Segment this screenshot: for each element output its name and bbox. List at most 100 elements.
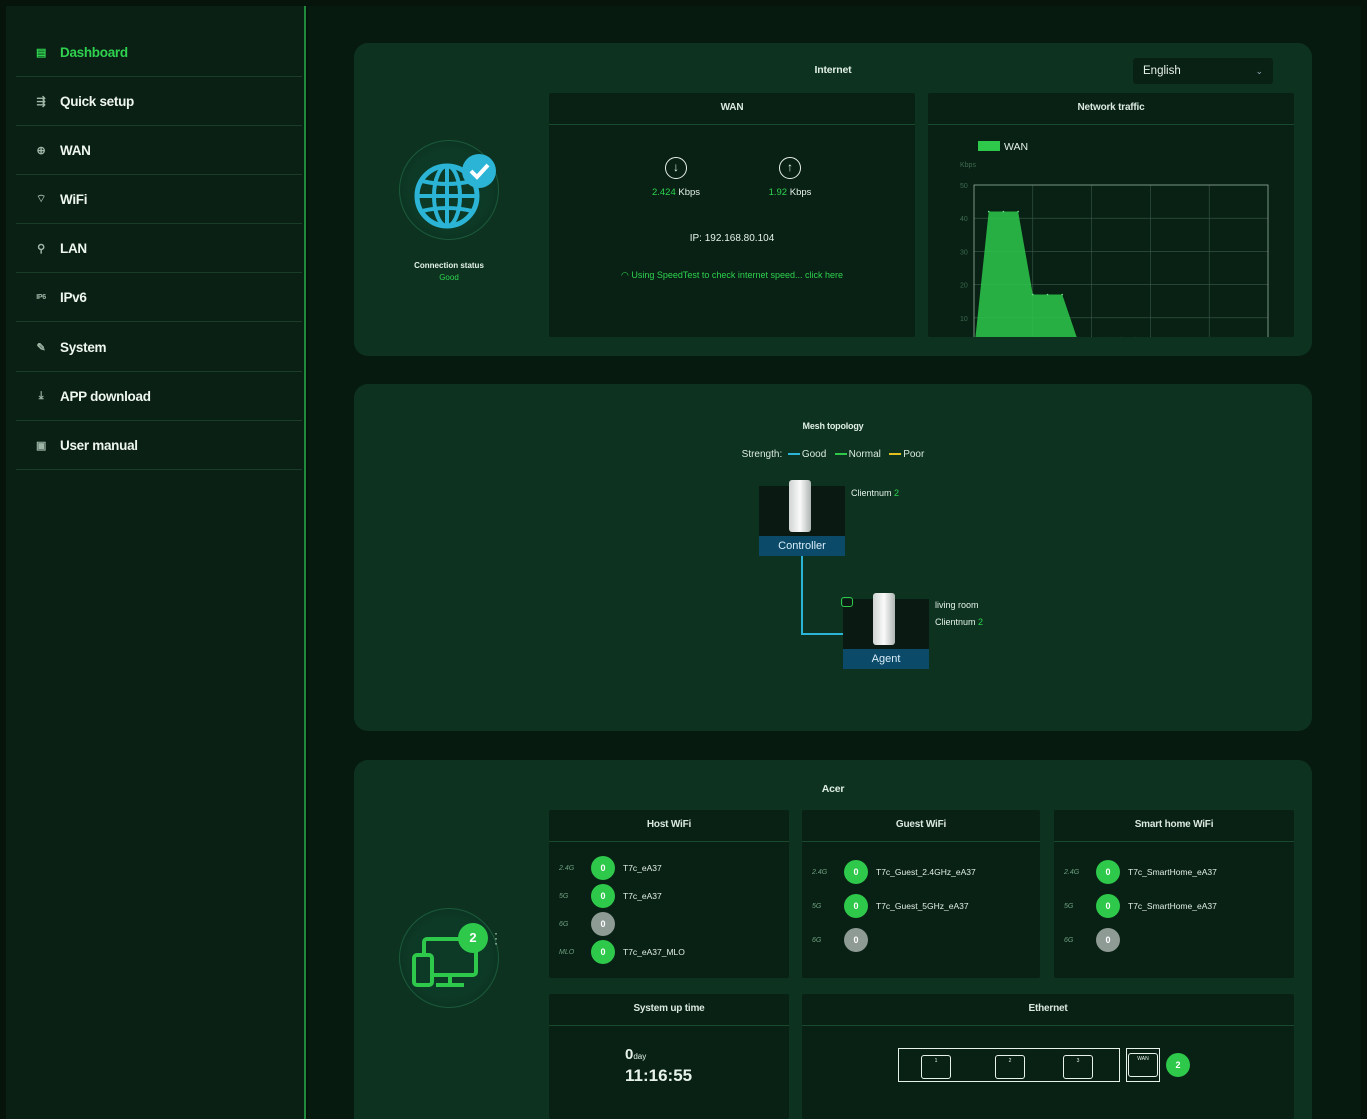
uptime-time: 11:16:55 xyxy=(625,1066,693,1085)
data-point xyxy=(1046,293,1049,296)
wifi-icon: ⌔ xyxy=(35,193,47,205)
card-title: System up time xyxy=(549,994,789,1026)
client-count: 0 xyxy=(591,940,615,964)
globe-icon: ⊕ xyxy=(36,144,46,157)
ssid: T7c_eA37_MLO xyxy=(623,947,685,957)
y-tick-label: 10 xyxy=(960,316,968,323)
sidebar-item-wifi[interactable]: ⌔ WiFi xyxy=(16,175,302,224)
band-label: 5G xyxy=(1064,902,1074,910)
language-select[interactable]: English ⌄ xyxy=(1133,58,1273,84)
download-rate: 2.424 Kbps xyxy=(651,187,701,198)
download-icon: ⤓ xyxy=(38,389,44,402)
chevron-down-icon: ⌄ xyxy=(1255,66,1263,76)
agent-node[interactable]: Agent xyxy=(841,593,929,669)
y-axis-label: Kbps xyxy=(960,162,976,169)
y-tick-label: 40 xyxy=(960,216,968,223)
connection-status-badge xyxy=(399,140,499,240)
quick-setup-icon: ⇶ xyxy=(36,95,46,108)
sidebar-item-label: WAN xyxy=(60,142,91,158)
main-content: Internet English ⌄ Connection status Goo… xyxy=(308,6,1361,1119)
lan-icon: ⚲ xyxy=(37,242,45,255)
sidebar-item-ipv6[interactable]: IP6 IPv6 xyxy=(16,273,302,322)
router-icon xyxy=(789,480,811,532)
ssid: T7c_SmartHome_eA37 xyxy=(1128,867,1217,877)
uptime-days: 0day xyxy=(625,1046,647,1063)
router-icon xyxy=(873,593,895,645)
wifi-row[interactable]: 6G 0 xyxy=(812,928,876,952)
ssid: T7c_eA37 xyxy=(623,891,662,901)
sidebar-item-user-manual[interactable]: ▣ User manual xyxy=(16,421,302,470)
upload-rate: 1.92 Kbps xyxy=(768,187,812,198)
sidebar-item-wan[interactable]: ⊕ WAN xyxy=(16,126,302,175)
controller-clients: Clientnum 2 xyxy=(851,488,900,498)
client-count: 0 xyxy=(1096,928,1120,952)
network-traffic-card: Network traffic WANKbps0102030405005:47:… xyxy=(928,93,1294,337)
lan-port-3: 3 xyxy=(1063,1055,1093,1079)
devices-icon xyxy=(412,937,478,987)
sidebar-item-system[interactable]: ✎ System xyxy=(16,323,302,372)
client-count: 0 xyxy=(844,894,868,918)
band-label: 6G xyxy=(1064,936,1074,944)
speedtest-link[interactable]: ◠ Using SpeedTest to check internet spee… xyxy=(549,270,915,281)
uptime-card: System up time 0day 11:16:55 xyxy=(549,994,789,1119)
speedtest-icon: ◠ xyxy=(621,270,629,280)
card-title: Smart home WiFi xyxy=(1054,810,1294,842)
client-count: 0 xyxy=(1096,894,1120,918)
agent-clients: Clientnum 2 xyxy=(935,617,984,627)
ssid: T7c_SmartHome_eA37 xyxy=(1128,901,1217,911)
band-label: 2.4G xyxy=(559,864,575,872)
controller-label: Controller xyxy=(759,536,845,556)
card-title: Host WiFi xyxy=(549,810,789,842)
band-label: 2.4G xyxy=(812,868,828,876)
band-label: MLO xyxy=(559,948,575,956)
wifi-row[interactable]: 2.4G 0 T7c_eA37 xyxy=(559,856,662,880)
mesh-panel: Mesh topology Strength: Good Normal Poor… xyxy=(354,384,1312,731)
sidebar-item-app-download[interactable]: ⤓ APP download xyxy=(16,372,302,421)
sidebar-item-quick-setup[interactable]: ⇶ Quick setup xyxy=(16,77,302,126)
card-title: Network traffic xyxy=(928,93,1294,125)
globe-icon xyxy=(414,154,496,229)
wifi-row[interactable]: 5G 0 T7c_Guest_5GHz_eA37 xyxy=(812,894,969,918)
smart-home-wifi-card: Smart home WiFi 2.4G 0 T7c_SmartHome_eA37 … xyxy=(1054,810,1294,978)
wifi-row[interactable]: 6G 0 xyxy=(1064,928,1128,952)
wifi-row[interactable]: 5G 0 T7c_eA37 xyxy=(559,884,662,908)
client-count: 0 xyxy=(591,884,615,908)
legend-swatch xyxy=(978,141,1000,151)
agent-name: living room xyxy=(935,600,979,610)
wan-port-group: WAN xyxy=(1126,1048,1160,1082)
wan-card: WAN ↓ ↑ 2.424 Kbps 1.92 Kbps IP: 192.168… xyxy=(549,93,915,337)
more-icon[interactable]: · · · xyxy=(494,927,498,949)
ethernet-card: Ethernet 1 2 3 WAN 2 xyxy=(802,994,1294,1119)
sidebar-item-label: IPv6 xyxy=(60,289,87,305)
ssid: T7c_eA37 xyxy=(623,863,662,873)
wifi-row[interactable]: MLO 0 T7c_eA37_MLO xyxy=(559,940,685,964)
client-count: 0 xyxy=(1096,860,1120,884)
lan-port-2: 2 xyxy=(995,1055,1025,1079)
device-count-badge: 2 xyxy=(458,923,488,953)
connection-status-value: Good xyxy=(439,273,459,282)
card-title: WAN xyxy=(549,93,915,125)
wifi-row[interactable]: 2.4G 0 T7c_SmartHome_eA37 xyxy=(1064,860,1217,884)
manual-icon: ▣ xyxy=(35,439,47,452)
data-point xyxy=(987,210,990,213)
signal-good-icon xyxy=(841,597,853,607)
devices-badge[interactable]: 2 · · · xyxy=(399,908,499,1008)
controller-node[interactable]: Controller xyxy=(759,480,845,556)
y-tick-label: 50 xyxy=(960,183,968,190)
wifi-row[interactable]: 2.4G 0 T7c_Guest_2.4GHz_eA37 xyxy=(812,860,976,884)
wan-area xyxy=(975,211,1077,337)
sidebar-item-lan[interactable]: ⚲ LAN xyxy=(16,224,302,273)
acer-panel: Acer 2 · · · Host WiFi 2.4G 0 T7c_eA37 5G 0 T7… xyxy=(354,760,1312,1119)
data-point xyxy=(1061,293,1063,296)
panel-title: Acer xyxy=(821,783,845,795)
band-label: 5G xyxy=(812,902,822,910)
connection-status-label: Connection status xyxy=(414,261,484,270)
wifi-row[interactable]: 5G 0 T7c_SmartHome_eA37 xyxy=(1064,894,1217,918)
sidebar-item-label: APP download xyxy=(60,388,151,404)
wifi-row[interactable]: 6G 0 xyxy=(559,912,623,936)
traffic-chart: WANKbps0102030405005:47:5405:48:0005:48:… xyxy=(960,141,1269,337)
sidebar-item-label: WiFi xyxy=(60,191,88,207)
sidebar-item-dashboard[interactable]: ▤ Dashboard xyxy=(16,28,302,77)
sidebar-item-label: Quick setup xyxy=(60,93,134,109)
card-title: Guest WiFi xyxy=(802,810,1040,842)
